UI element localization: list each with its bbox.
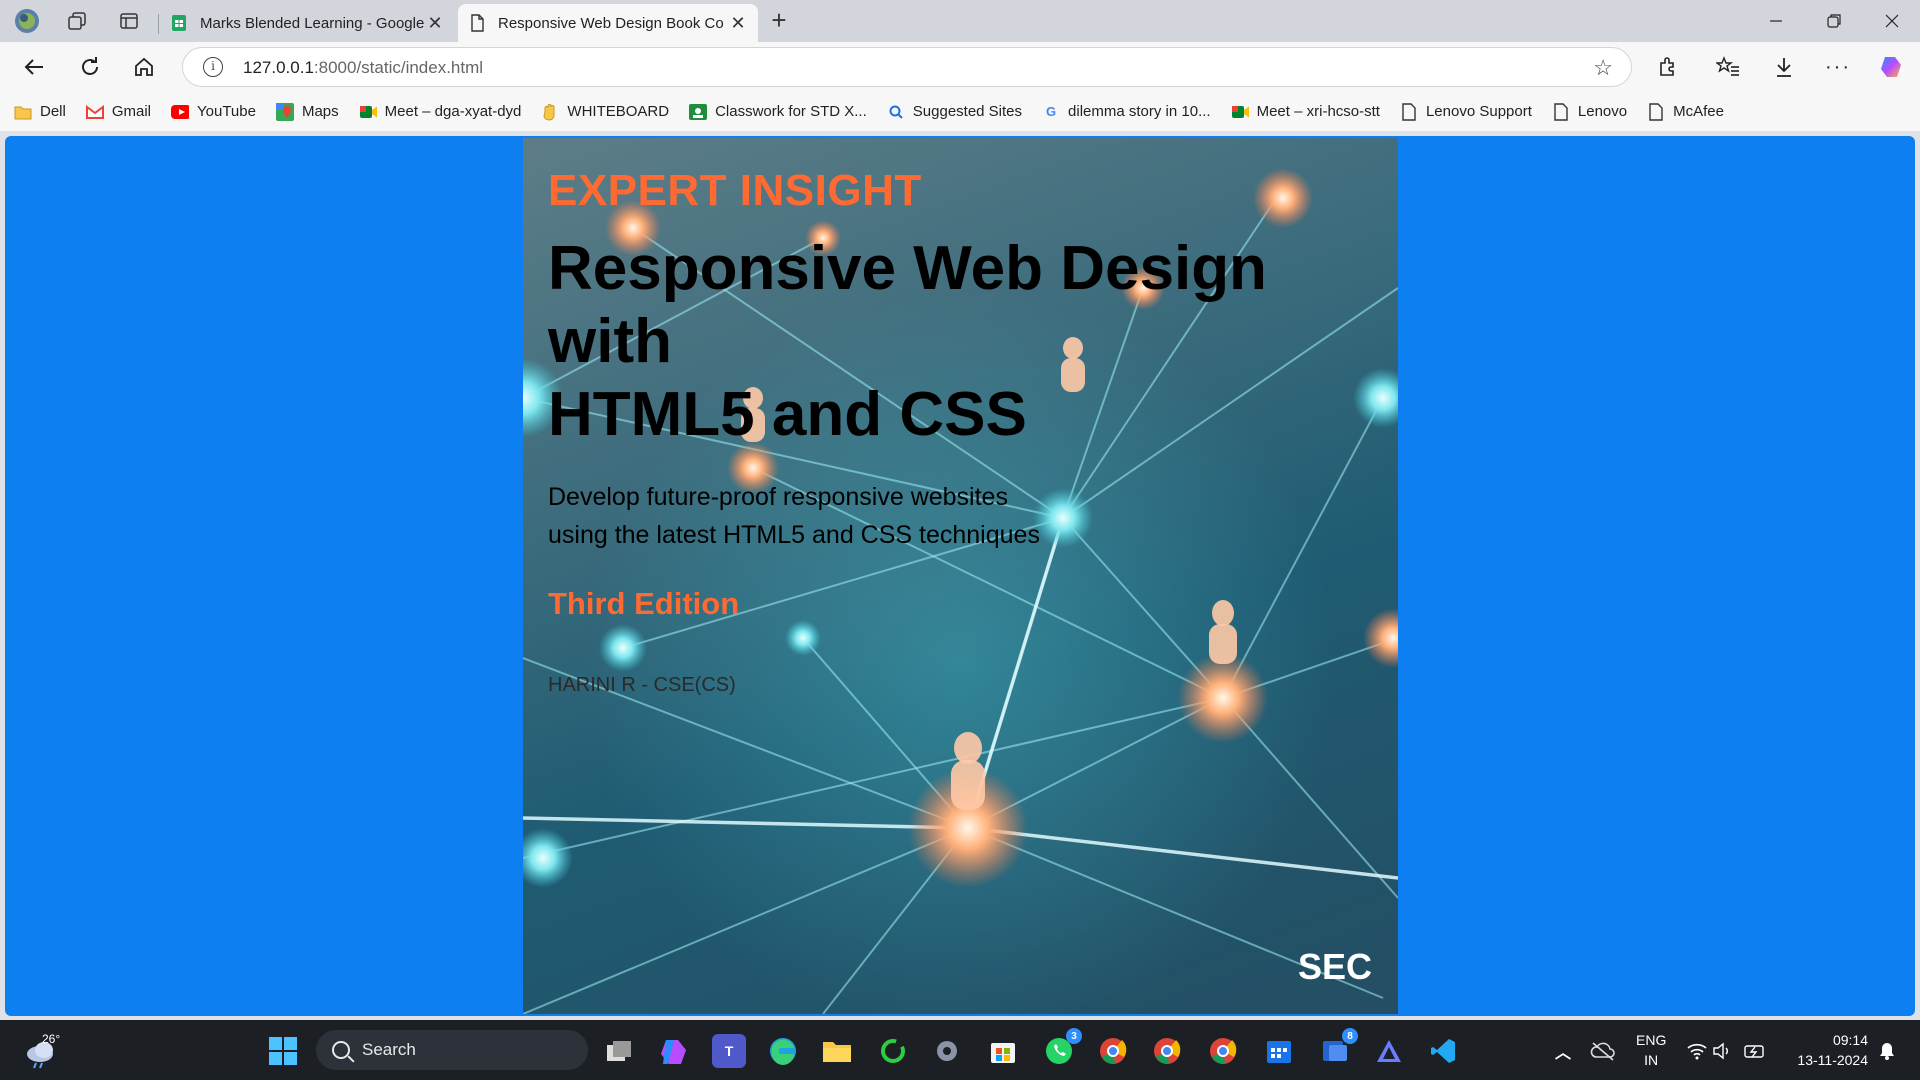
bookmark-lenovo[interactable]: Lenovo xyxy=(1552,102,1627,121)
app-mountain-icon[interactable] xyxy=(1372,1034,1406,1068)
notification-bell-icon[interactable] xyxy=(1870,1034,1904,1068)
bookmark-classwork[interactable]: Classwork for STD X... xyxy=(689,103,867,121)
todo-badge: 8 xyxy=(1342,1028,1358,1044)
task-view-icon[interactable] xyxy=(602,1034,636,1068)
vscode-icon[interactable] xyxy=(1426,1034,1460,1068)
author-name: HARINI R - CSE(CS) xyxy=(548,674,736,696)
folder-icon xyxy=(14,103,32,121)
copilot-icon[interactable] xyxy=(1876,51,1908,83)
url-text[interactable]: 127.0.0.1:8000/static/index.html xyxy=(243,58,483,78)
back-icon[interactable] xyxy=(18,51,50,83)
address-bar[interactable]: i 127.0.0.1:8000/static/index.html ☆ xyxy=(182,47,1632,87)
youtube-icon xyxy=(171,103,190,121)
page-icon xyxy=(471,14,484,32)
bookmark-meet-1[interactable]: Meet – dga-xyat-dyd xyxy=(359,103,521,121)
bookmark-lenovo-support[interactable]: Lenovo Support xyxy=(1400,102,1532,121)
home-icon[interactable] xyxy=(128,51,160,83)
whatsapp-badge: 3 xyxy=(1066,1028,1082,1044)
bookmark-suggested-sites[interactable]: Suggested Sites xyxy=(887,103,1022,121)
tab-marks-blended-learning[interactable]: Marks Blended Learning - Google ✕ xyxy=(160,4,455,42)
publisher-logo: SEC xyxy=(1297,946,1372,987)
close-window-button[interactable] xyxy=(1864,0,1920,42)
vertical-tabs-icon[interactable] xyxy=(116,8,142,34)
google-icon: G xyxy=(1045,104,1057,119)
battery-charging-icon[interactable] xyxy=(1738,1034,1772,1068)
copilot-app-icon[interactable] xyxy=(656,1034,690,1068)
downloads-icon[interactable] xyxy=(1768,51,1800,83)
bookmarks-bar: Dell Gmail YouTube Maps Meet – dga-xyat-… xyxy=(0,92,1920,132)
search-icon xyxy=(887,103,905,121)
series-label: EXPERT INSIGHT xyxy=(548,166,922,215)
classroom-icon xyxy=(689,103,708,121)
weather-temp: 26° xyxy=(42,1032,61,1046)
close-tab-icon[interactable]: ✕ xyxy=(425,13,445,34)
windows-taskbar: 26° Search T 3 8 ︿ ENG IN 09:14 13-11-20… xyxy=(0,1020,1920,1080)
input-language-indicator[interactable]: ENG IN xyxy=(1636,1030,1666,1070)
todo-icon[interactable]: 8 xyxy=(1318,1028,1358,1068)
bookmark-gmail[interactable]: Gmail xyxy=(85,103,151,121)
start-windows-icon[interactable] xyxy=(266,1034,300,1068)
volume-icon[interactable] xyxy=(1706,1034,1740,1068)
tab-separator xyxy=(158,14,159,34)
bookmark-dell[interactable]: Dell xyxy=(14,103,66,121)
more-menu-icon[interactable]: ··· xyxy=(1822,51,1854,83)
profile-avatar-icon[interactable] xyxy=(14,8,40,34)
system-clock[interactable]: 09:14 13-11-2024 xyxy=(1797,1030,1868,1070)
page-viewport: EXPERT INSIGHT Responsive Web Design wit… xyxy=(5,136,1915,1016)
bookmark-whiteboard[interactable]: WHITEBOARD xyxy=(541,103,669,121)
book-title: Responsive Web Design with HTML5 and CSS xyxy=(548,234,1267,449)
bookmark-mcafee[interactable]: McAfee xyxy=(1647,102,1724,121)
tab-responsive-web-design[interactable]: Responsive Web Design Book Co ✕ xyxy=(458,4,758,42)
calendar-icon[interactable] xyxy=(1262,1034,1296,1068)
refresh-icon[interactable] xyxy=(74,51,106,83)
favorite-star-icon[interactable]: ☆ xyxy=(1593,55,1613,81)
chrome-profile-1-icon[interactable] xyxy=(1096,1034,1130,1068)
weather-widget[interactable]: 26° xyxy=(24,1030,64,1070)
meet-icon xyxy=(359,103,377,121)
chrome-profile-3-icon[interactable] xyxy=(1206,1034,1240,1068)
meet-icon xyxy=(1231,103,1249,121)
tab-title: Responsive Web Design Book Co xyxy=(498,14,724,32)
edge-browser-icon[interactable] xyxy=(766,1034,800,1068)
taskbar-search-box[interactable]: Search xyxy=(316,1030,588,1070)
chrome-profile-2-icon[interactable] xyxy=(1150,1034,1184,1068)
minimize-button[interactable] xyxy=(1748,0,1804,42)
search-icon xyxy=(332,1041,350,1059)
clock-time: 09:14 xyxy=(1832,1032,1868,1048)
favorites-icon[interactable] xyxy=(1712,51,1744,83)
maps-icon xyxy=(275,102,294,121)
close-tab-icon[interactable]: ✕ xyxy=(728,13,748,34)
teams-icon[interactable]: T xyxy=(712,1034,746,1068)
bookmark-maps[interactable]: Maps xyxy=(275,102,339,121)
bookmark-meet-2[interactable]: Meet – xri-hcso-stt xyxy=(1231,103,1380,121)
site-info-icon[interactable]: i xyxy=(203,57,223,77)
page-icon xyxy=(1400,102,1418,121)
book-cover: EXPERT INSIGHT Responsive Web Design wit… xyxy=(523,138,1398,1014)
title-bar: Marks Blended Learning - Google ✕ Respon… xyxy=(0,0,1920,42)
edition-label: Third Edition xyxy=(548,586,740,621)
refresh-app-icon[interactable] xyxy=(876,1034,910,1068)
file-explorer-icon[interactable] xyxy=(820,1034,854,1068)
collections-icon[interactable] xyxy=(64,8,90,34)
sheets-icon xyxy=(172,15,186,31)
browser-toolbar: i 127.0.0.1:8000/static/index.html ☆ ··· xyxy=(0,42,1920,92)
settings-gear-icon[interactable] xyxy=(930,1034,964,1068)
clock-date: 13-11-2024 xyxy=(1797,1052,1868,1068)
hand-icon xyxy=(541,103,559,121)
gmail-icon xyxy=(85,103,104,121)
extensions-icon[interactable] xyxy=(1652,51,1684,83)
microsoft-store-icon[interactable] xyxy=(986,1034,1020,1068)
book-subtitle: Develop future-proof responsive websites… xyxy=(548,483,1040,549)
page-icon xyxy=(1552,102,1570,121)
new-tab-button[interactable]: + xyxy=(764,7,794,34)
show-hidden-icons-chevron-icon[interactable]: ︿ xyxy=(1546,1034,1580,1068)
restore-button[interactable] xyxy=(1806,0,1862,42)
page-icon xyxy=(1647,102,1665,121)
bookmark-dilemma-story[interactable]: G dilemma story in 10... xyxy=(1042,103,1211,121)
onedrive-offline-icon[interactable] xyxy=(1586,1034,1620,1068)
bookmark-youtube[interactable]: YouTube xyxy=(171,103,256,121)
whatsapp-icon[interactable]: 3 xyxy=(1042,1028,1082,1068)
tab-title: Marks Blended Learning - Google xyxy=(200,14,425,32)
